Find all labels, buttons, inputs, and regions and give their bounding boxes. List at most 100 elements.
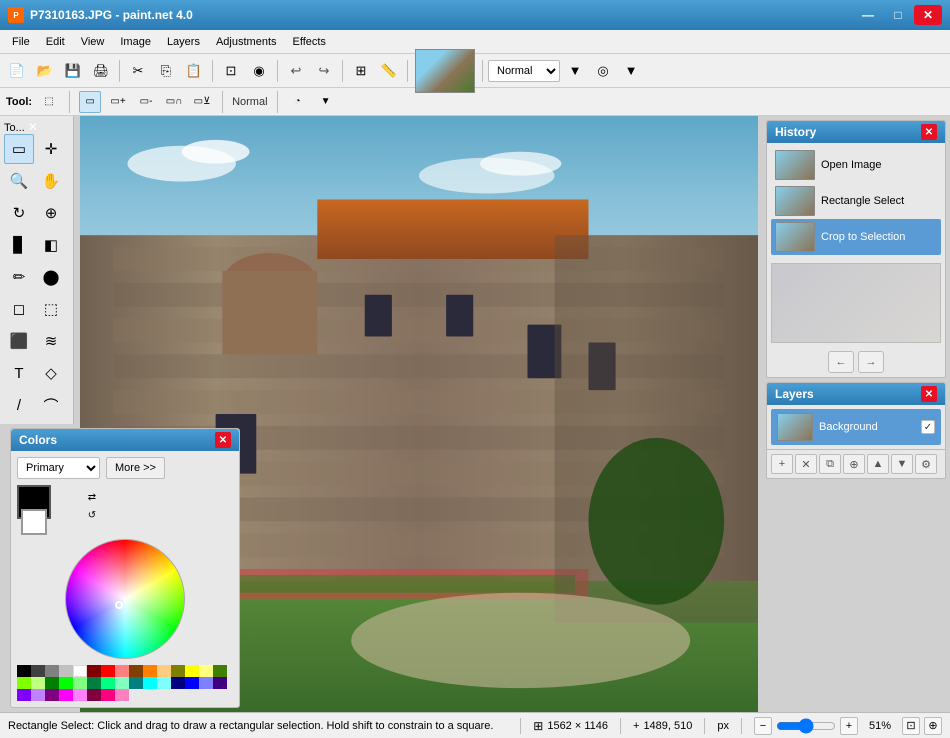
color-swatch-5[interactable] [87, 665, 101, 677]
layer-visibility-checkbox[interactable]: ✓ [921, 420, 935, 434]
color-swatch-35[interactable] [87, 689, 101, 701]
selection-mode-intersect[interactable]: ▭∩ [163, 91, 185, 113]
tool-recolor[interactable]: ⬛ [4, 326, 34, 356]
layer-move-down-button[interactable]: ▼ [891, 454, 913, 474]
image-thumbnail[interactable] [415, 49, 475, 93]
color-swatch-34[interactable] [73, 689, 87, 701]
color-swatch-14[interactable] [213, 665, 227, 677]
color-swatch-20[interactable] [87, 677, 101, 689]
tool-pencil[interactable]: ✏ [4, 262, 34, 292]
color-swatch-27[interactable] [185, 677, 199, 689]
selection-mode-subtract[interactable]: ▭- [135, 91, 157, 113]
grid-button[interactable]: ⊞ [348, 58, 374, 84]
history-item-0[interactable]: Open Image [771, 147, 941, 183]
history-redo-button[interactable]: → [858, 351, 884, 373]
menu-image[interactable]: Image [112, 34, 159, 50]
tool-lasso[interactable]: ⌒ [36, 390, 66, 420]
layer-move-up-button[interactable]: ▲ [867, 454, 889, 474]
color-swatch-37[interactable] [115, 689, 129, 701]
feather-btn[interactable]: ◔ [287, 91, 309, 113]
color-swatch-33[interactable] [59, 689, 73, 701]
color-swatch-28[interactable] [199, 677, 213, 689]
opacity-dropdown[interactable]: ▼ [618, 58, 644, 84]
toolbox-close-button[interactable]: ✕ [28, 120, 38, 134]
zoom-out-button[interactable]: − [754, 717, 772, 735]
menu-adjustments[interactable]: Adjustments [208, 34, 285, 50]
open-button[interactable]: 📂 [32, 58, 58, 84]
layer-delete-button[interactable]: ✕ [795, 454, 817, 474]
menu-view[interactable]: View [73, 34, 113, 50]
tool-move[interactable]: ✛ [36, 134, 66, 164]
opacity-btn[interactable]: ◎ [590, 58, 616, 84]
color-swatch-10[interactable] [157, 665, 171, 677]
reset-colors-button[interactable]: ↺ [83, 507, 101, 523]
more-button[interactable]: More >> [106, 457, 165, 479]
layers-close-button[interactable]: ✕ [921, 386, 937, 402]
color-swatch-15[interactable] [17, 677, 31, 689]
swap-colors-button[interactable]: ⇄ [83, 489, 101, 505]
color-swatch-12[interactable] [185, 665, 199, 677]
tool-smudge[interactable]: ≋ [36, 326, 66, 356]
tool-magic-wand[interactable]: ⊕ [36, 198, 66, 228]
color-swatch-30[interactable] [17, 689, 31, 701]
colors-close-button[interactable]: ✕ [215, 432, 231, 448]
history-item-1[interactable]: Rectangle Select [771, 183, 941, 219]
tool-icon[interactable]: ⬚ [38, 91, 60, 113]
zoom-fit-button[interactable]: ⊡ [902, 717, 920, 735]
color-swatch-23[interactable] [129, 677, 143, 689]
tool-rotate[interactable]: ↻ [4, 198, 34, 228]
tool-eraser[interactable]: ◻ [4, 294, 34, 324]
color-swatch-24[interactable] [143, 677, 157, 689]
tool-zoom[interactable]: 🔍 [4, 166, 34, 196]
color-swatch-29[interactable] [213, 677, 227, 689]
draw-button[interactable]: ◉ [246, 58, 272, 84]
color-swatch-9[interactable] [143, 665, 157, 677]
maximize-button[interactable]: □ [884, 5, 912, 25]
color-swatch-8[interactable] [129, 665, 143, 677]
history-item-2[interactable]: Crop to Selection [771, 219, 941, 255]
color-swatch-7[interactable] [115, 665, 129, 677]
layer-properties-button[interactable]: ⚙ [915, 454, 937, 474]
color-swatch-25[interactable] [157, 677, 171, 689]
tool-paint-bucket[interactable]: ▊ [4, 230, 34, 260]
tool-line[interactable]: / [4, 390, 34, 420]
history-close-button[interactable]: ✕ [921, 124, 937, 140]
selection-mode-add[interactable]: ▭+ [107, 91, 129, 113]
color-swatch-2[interactable] [45, 665, 59, 677]
color-swatch-6[interactable] [101, 665, 115, 677]
layer-item-background[interactable]: Background ✓ [771, 409, 941, 445]
menu-layers[interactable]: Layers [159, 34, 208, 50]
paste-button[interactable]: 📋 [181, 58, 207, 84]
copy-button[interactable]: ⎘ [153, 58, 179, 84]
color-swatch-26[interactable] [171, 677, 185, 689]
menu-edit[interactable]: Edit [38, 34, 73, 50]
color-swatch-18[interactable] [59, 677, 73, 689]
layer-duplicate-button[interactable]: ⧉ [819, 454, 841, 474]
ruler-button[interactable]: 📏 [376, 58, 402, 84]
tool-rectangle-select[interactable]: ▭ [4, 134, 34, 164]
secondary-color-swatch[interactable] [21, 509, 47, 535]
layer-add-button[interactable]: + [771, 454, 793, 474]
color-swatch-22[interactable] [115, 677, 129, 689]
color-swatch-3[interactable] [59, 665, 73, 677]
color-swatch-1[interactable] [31, 665, 45, 677]
menu-file[interactable]: File [4, 34, 38, 50]
selection-mode-replace[interactable]: ▭ [79, 91, 101, 113]
blend-mode-dropdown[interactable]: ▼ [562, 58, 588, 84]
cut-button[interactable]: ✂ [125, 58, 151, 84]
blend-mode-select[interactable]: Normal Dissolve Multiply Screen Overlay [488, 60, 560, 82]
color-swatch-32[interactable] [45, 689, 59, 701]
save-button[interactable]: 💾 [60, 58, 86, 84]
tool-shapes[interactable]: ◇ [36, 358, 66, 388]
color-swatch-11[interactable] [171, 665, 185, 677]
tool-gradient[interactable]: ◧ [36, 230, 66, 260]
tool-text[interactable]: T [4, 358, 34, 388]
minimize-button[interactable]: — [854, 5, 882, 25]
close-button[interactable]: ✕ [914, 5, 942, 25]
tool-clone-stamp[interactable]: ⬚ [36, 294, 66, 324]
color-swatch-16[interactable] [31, 677, 45, 689]
color-wheel[interactable] [65, 539, 185, 659]
print-button[interactable]: 🖨 [88, 58, 114, 84]
color-swatch-13[interactable] [199, 665, 213, 677]
menu-effects[interactable]: Effects [285, 34, 334, 50]
